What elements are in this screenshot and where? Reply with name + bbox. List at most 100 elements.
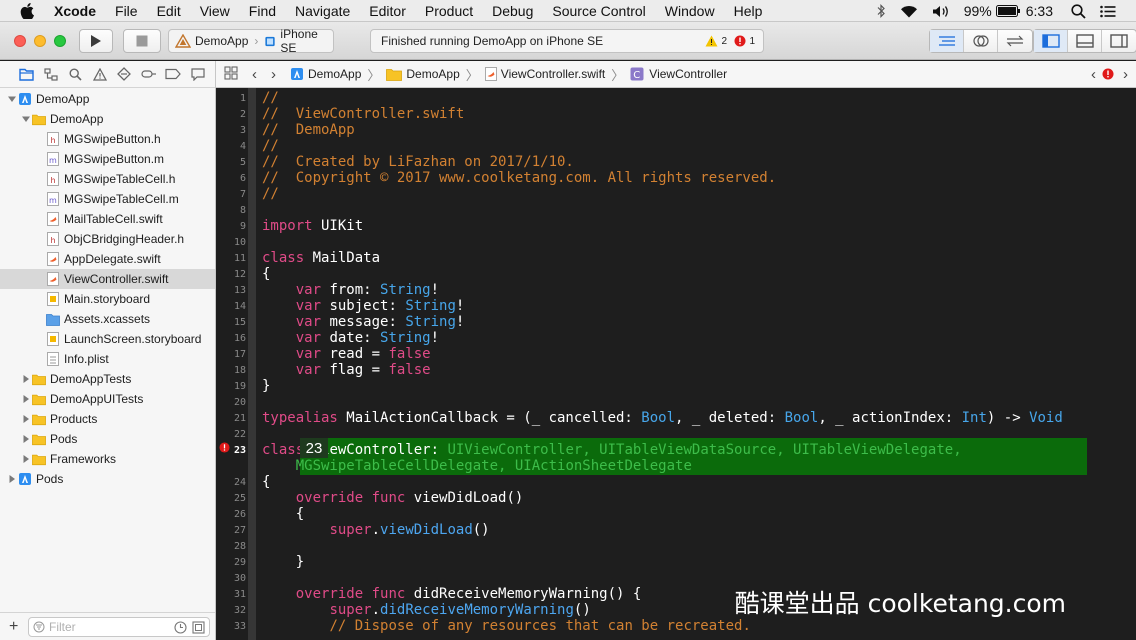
menu-view[interactable]: View — [200, 3, 230, 19]
spotlight-search-icon[interactable] — [1071, 3, 1086, 19]
jump-crumb-group[interactable]: DemoApp — [386, 67, 460, 81]
menu-find[interactable]: Find — [249, 3, 276, 19]
menu-debug[interactable]: Debug — [492, 3, 533, 19]
related-items-icon[interactable] — [224, 65, 238, 83]
code-line[interactable]: // Dispose of any resources that can be … — [262, 618, 750, 634]
jump-crumb-file[interactable]: ViewController.swift — [484, 67, 605, 81]
disclosure-closed-icon[interactable] — [6, 473, 18, 485]
notification-center-icon[interactable] — [1100, 5, 1116, 18]
tree-item-demoapp-project[interactable]: DemoApp — [0, 89, 215, 109]
tree-item-demoapptests[interactable]: DemoAppTests — [0, 369, 215, 389]
wifi-icon[interactable] — [900, 5, 918, 18]
tree-item-mailtablecell-swift[interactable]: MailTableCell.swift — [0, 209, 215, 229]
code-line[interactable]: override func didReceiveMemoryWarning() … — [262, 586, 642, 602]
activity-viewer[interactable]: Finished running DemoApp on iPhone SE 2 … — [370, 29, 764, 53]
close-window-button[interactable] — [14, 35, 26, 47]
symbol-navigator-tab[interactable] — [39, 67, 64, 81]
menu-navigate[interactable]: Navigate — [295, 3, 350, 19]
code-line[interactable]: // — [262, 186, 279, 202]
breakpoint-navigator-tab[interactable] — [161, 68, 186, 80]
code-line[interactable]: import UIKit — [262, 218, 363, 234]
battery-icon[interactable] — [995, 5, 1020, 17]
tree-item-products[interactable]: Products — [0, 409, 215, 429]
code-line[interactable]: class ViewController: UIViewController, … — [262, 442, 962, 458]
tree-item-demoapp-group[interactable]: DemoApp — [0, 109, 215, 129]
code-line[interactable]: } — [262, 554, 304, 570]
bluetooth-icon[interactable] — [876, 4, 886, 18]
code-line[interactable]: // DemoApp — [262, 122, 355, 138]
code-line[interactable]: super.didReceiveMemoryWarning() — [262, 602, 590, 618]
code-line[interactable]: var from: String! — [262, 282, 439, 298]
menu-app-name[interactable]: Xcode — [54, 3, 96, 19]
device-target[interactable]: iPhone SE — [264, 27, 333, 55]
tree-item-viewcontroller-swift[interactable]: ViewController.swift — [0, 269, 215, 289]
issue-navigator-tab[interactable] — [88, 67, 113, 81]
project-navigator-tab[interactable] — [14, 68, 39, 81]
code-line[interactable]: // Created by LiFazhan on 2017/1/10. — [262, 154, 574, 170]
disclosure-closed-icon[interactable] — [20, 433, 32, 445]
filter-field[interactable] — [28, 617, 210, 637]
disclosure-open-icon[interactable] — [20, 113, 32, 125]
scheme-target[interactable]: DemoApp — [175, 34, 248, 48]
code-line[interactable]: class MailData — [262, 250, 380, 266]
run-button[interactable] — [79, 29, 113, 53]
test-navigator-tab[interactable] — [112, 67, 137, 81]
tree-item-launchscreen-storyboard[interactable]: LaunchScreen.storyboard — [0, 329, 215, 349]
code-line[interactable]: { — [262, 506, 304, 522]
code-folding-ribbon[interactable] — [248, 88, 256, 640]
tree-item-objcbridgingheader-h[interactable]: h ObjCBridgingHeader.h — [0, 229, 215, 249]
code-line[interactable]: var flag = false — [262, 362, 431, 378]
report-navigator-tab[interactable] — [186, 67, 211, 81]
source-control-filter-icon[interactable] — [192, 621, 205, 634]
tree-item-mgswipebutton-m[interactable]: m MGSwipeButton.m — [0, 149, 215, 169]
code-line[interactable]: // Copyright © 2017 www.coolketang.com. … — [262, 170, 776, 186]
tree-item-mgswipetablecell-h[interactable]: h MGSwipeTableCell.h — [0, 169, 215, 189]
scheme-selector[interactable]: DemoApp › iPhone SE — [168, 27, 334, 55]
stop-button[interactable] — [123, 29, 161, 53]
code-line[interactable]: // ViewController.swift — [262, 106, 464, 122]
version-editor-button[interactable] — [998, 30, 1032, 52]
utilities-toggle-button[interactable] — [1102, 30, 1136, 52]
disclosure-closed-icon[interactable] — [20, 393, 32, 405]
menu-product[interactable]: Product — [425, 3, 473, 19]
menu-editor[interactable]: Editor — [369, 3, 406, 19]
find-navigator-tab[interactable] — [63, 67, 88, 81]
disclosure-closed-icon[interactable] — [20, 453, 32, 465]
menu-edit[interactable]: Edit — [157, 3, 181, 19]
standard-editor-button[interactable] — [930, 30, 964, 52]
tree-item-pods-project[interactable]: Pods — [0, 469, 215, 489]
menu-window[interactable]: Window — [665, 3, 715, 19]
recent-files-icon[interactable] — [174, 621, 187, 634]
jump-crumb-symbol[interactable]: C ViewController — [630, 67, 727, 81]
tree-item-main-storyboard[interactable]: Main.storyboard — [0, 289, 215, 309]
volume-icon[interactable] — [932, 5, 950, 18]
disclosure-open-icon[interactable] — [6, 93, 18, 105]
minimize-window-button[interactable] — [34, 35, 46, 47]
code-line[interactable]: MGSwipeTableCellDelegate, UIActionSheetD… — [262, 458, 692, 474]
menu-source-control[interactable]: Source Control — [552, 3, 645, 19]
tree-item-mgswipebutton-h[interactable]: h MGSwipeButton.h — [0, 129, 215, 149]
zoom-window-button[interactable] — [54, 35, 66, 47]
clock[interactable]: 6:33 — [1026, 3, 1053, 19]
code-line[interactable]: super.viewDidLoad() — [262, 522, 489, 538]
menu-file[interactable]: File — [115, 3, 138, 19]
code-line[interactable]: var message: String! — [262, 314, 465, 330]
tree-item-demoappuitests[interactable]: DemoAppUITests — [0, 389, 215, 409]
menu-help[interactable]: Help — [734, 3, 763, 19]
code-line[interactable]: override func viewDidLoad() — [262, 490, 524, 506]
code-line[interactable]: // — [262, 138, 279, 154]
source-editor[interactable]: 1 2 3 4 5 6 7 8 9 10 11 12 13 14 15 16 17 18 19 20 21 22 23 24 2… — [216, 88, 1136, 640]
filter-input[interactable] — [49, 620, 169, 634]
error-line-badge[interactable]: 23 — [300, 438, 328, 458]
apple-menu-icon[interactable] — [20, 2, 38, 19]
tree-item-pods-group[interactable]: Pods — [0, 429, 215, 449]
code-line[interactable]: var date: String! — [262, 330, 439, 346]
next-issue-button[interactable]: › — [1123, 66, 1128, 83]
jump-crumb-project[interactable]: DemoApp — [290, 67, 361, 81]
code-line[interactable]: var read = false — [262, 346, 431, 362]
assistant-editor-button[interactable] — [964, 30, 998, 52]
code-line[interactable]: var subject: String! — [262, 298, 465, 314]
add-file-button[interactable]: + — [9, 618, 18, 636]
code-line[interactable]: // — [262, 90, 279, 106]
errors-indicator[interactable]: 1 — [734, 35, 755, 47]
